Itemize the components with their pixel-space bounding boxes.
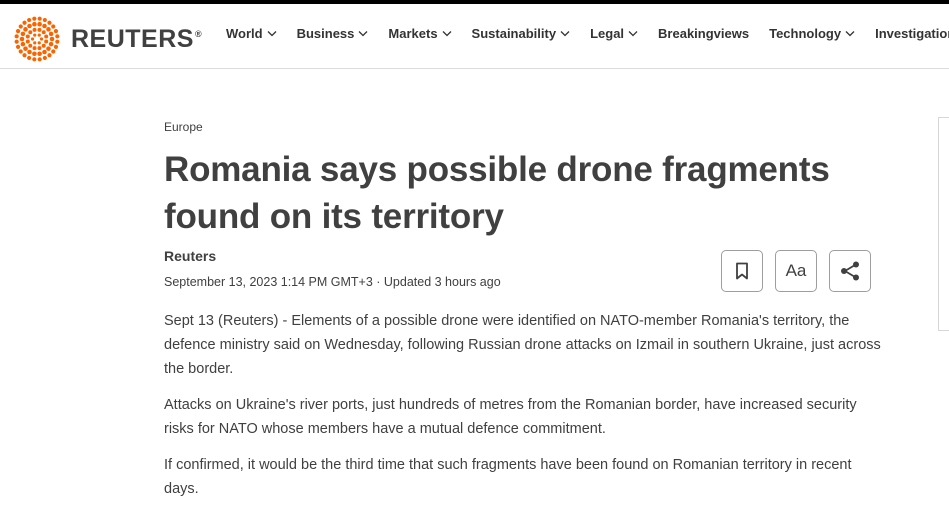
article-headline: Romania says possible drone fragments fo… <box>164 150 830 236</box>
article-byline[interactable]: Reuters <box>164 248 216 264</box>
article-dateline: September 13, 2023 1:14 PM GMT+3 · Updat… <box>164 275 501 289</box>
nav-investigations[interactable]: Investigations <box>875 26 949 41</box>
nav-sustainability[interactable]: Sustainability <box>472 26 571 41</box>
site-header: REUTERS® World Business Markets Sustaina… <box>0 4 949 69</box>
article-paragraph: Sept 13 (Reuters) - Elements of a possib… <box>164 313 881 377</box>
font-size-button[interactable]: Aa <box>775 250 817 292</box>
reuters-dots-logo-icon <box>14 16 60 62</box>
reuters-logo[interactable]: REUTERS® <box>13 15 202 63</box>
chevron-down-icon <box>358 31 368 37</box>
section-link[interactable]: Europe <box>164 120 203 134</box>
brand-name: REUTERS® <box>71 24 203 53</box>
chevron-down-icon <box>628 31 638 37</box>
article-body: Sept 13 (Reuters) - Elements of a possib… <box>164 309 884 513</box>
nav-technology[interactable]: Technology <box>769 26 855 41</box>
nav-legal[interactable]: Legal <box>590 26 638 41</box>
nav-world[interactable]: World <box>226 26 277 41</box>
bookmark-icon <box>736 262 748 280</box>
bookmark-button[interactable] <box>721 250 763 292</box>
nav-business[interactable]: Business <box>297 26 369 41</box>
nav-breakingviews[interactable]: Breakingviews <box>658 26 749 41</box>
article-paragraph: Attacks on Ukraine's river ports, just h… <box>164 397 857 437</box>
chevron-down-icon <box>442 31 452 37</box>
main-nav: World Business Markets Sustainability Le… <box>226 26 949 41</box>
chevron-down-icon <box>560 31 570 37</box>
side-ad-panel-edge <box>938 117 949 331</box>
chevron-down-icon <box>845 31 855 37</box>
share-icon <box>841 261 859 281</box>
nav-markets[interactable]: Markets <box>388 26 452 41</box>
share-button[interactable] <box>829 250 871 292</box>
chevron-down-icon <box>267 31 277 37</box>
font-size-label: Aa <box>785 261 807 280</box>
article-paragraph: If confirmed, it would be the third time… <box>164 457 852 497</box>
